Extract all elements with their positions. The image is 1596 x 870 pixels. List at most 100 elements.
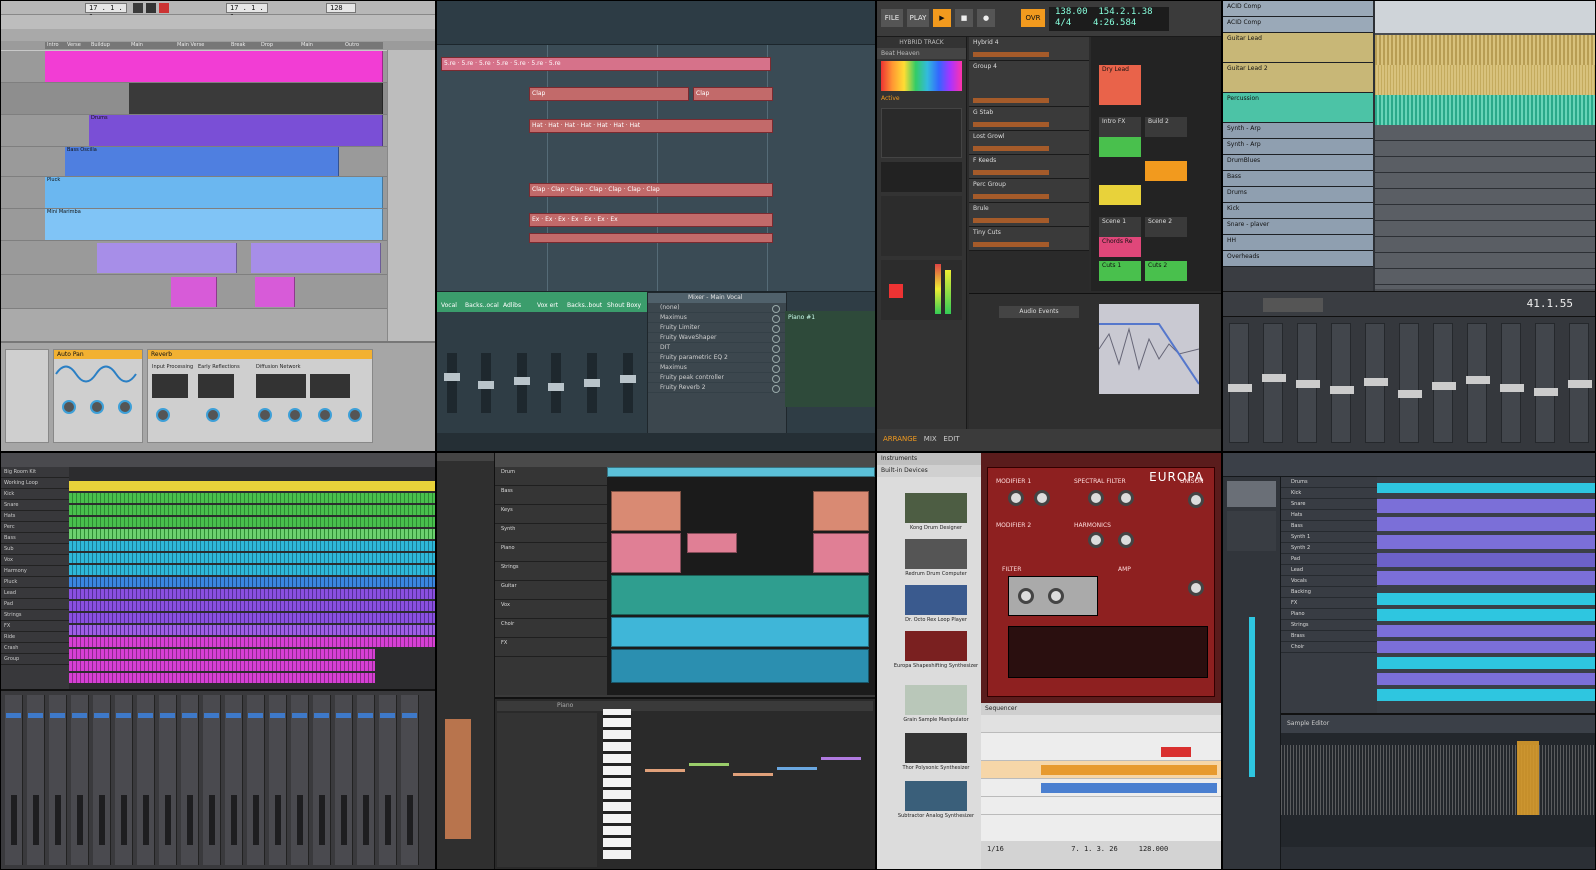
input-filter-display[interactable]	[152, 374, 188, 398]
fx-slot[interactable]: DIT	[648, 343, 786, 353]
fader-cap[interactable]	[584, 379, 600, 387]
track-header[interactable]: Guitar Lead	[1223, 33, 1373, 63]
channel-name[interactable]: Shout Boxy	[607, 302, 641, 309]
audio-item[interactable]	[1375, 1, 1595, 33]
strip-fader[interactable]	[55, 795, 61, 845]
mixer-title[interactable]: Mixer - Main Vocal	[648, 293, 786, 303]
play-button[interactable]	[133, 3, 143, 13]
audio-event[interactable]	[1377, 571, 1595, 585]
midi-note[interactable]	[689, 763, 729, 766]
channel-strip[interactable]	[203, 695, 221, 865]
diffusion-display[interactable]	[256, 374, 306, 398]
track-volume-bar[interactable]	[973, 242, 1049, 247]
launcher-clip[interactable]: Dry Lead	[1099, 65, 1141, 105]
play-button[interactable]: ▶	[933, 9, 951, 27]
locator[interactable]: Main	[129, 42, 175, 49]
launcher-clip[interactable]	[1099, 185, 1141, 205]
locator[interactable]: Drop	[259, 42, 299, 49]
sequencer-clip[interactable]	[1041, 783, 1217, 793]
track-header[interactable]: Kick	[1, 489, 69, 500]
timeline-ruler[interactable]	[1, 29, 435, 41]
overdub-button[interactable]: OVR	[1021, 9, 1045, 27]
midi-note[interactable]	[733, 773, 773, 776]
position-readout[interactable]: 41.1.55	[1527, 297, 1573, 310]
track-header[interactable]: Pluck	[1, 577, 69, 588]
track-header[interactable]: Working Loop	[1, 478, 69, 489]
fader-cap[interactable]	[514, 377, 530, 385]
instrument-name[interactable]: Beat Heaven	[877, 48, 966, 59]
mixer-channel[interactable]	[1432, 323, 1456, 443]
event[interactable]	[687, 533, 737, 553]
fx-slot[interactable]: Fruity Reverb 2	[648, 383, 786, 393]
fader-cap[interactable]	[1398, 390, 1422, 398]
device-name[interactable]: Kong Drum Designer	[891, 525, 981, 531]
track-volume-bar[interactable]	[973, 194, 1049, 199]
device-thumbnail[interactable]	[905, 733, 967, 763]
audio-item[interactable]	[1375, 35, 1595, 65]
audio-event[interactable]	[1377, 609, 1595, 621]
launcher-clip[interactable]: Intro FX	[1099, 117, 1141, 137]
region[interactable]	[69, 577, 435, 587]
track-volume-bar[interactable]	[973, 170, 1049, 175]
locator[interactable]: Main Verse	[175, 42, 229, 49]
track-header[interactable]: Group	[1, 654, 69, 665]
fader-cap[interactable]	[1432, 382, 1456, 390]
track-header[interactable]: Strings	[1, 610, 69, 621]
track-header[interactable]: Bass	[495, 486, 607, 505]
fader-cap[interactable]	[548, 383, 564, 391]
track-header[interactable]: Keys	[495, 505, 607, 524]
mixer-channel[interactable]	[1364, 323, 1388, 443]
device-thumbnail[interactable]	[905, 539, 967, 569]
locator[interactable]: Verse	[65, 42, 89, 49]
track-header[interactable]: Backing	[1281, 587, 1377, 598]
harmonics-knob[interactable]	[1118, 532, 1134, 548]
track-header[interactable]: Synth	[495, 524, 607, 543]
size-knob[interactable]	[318, 408, 332, 422]
record-button[interactable]: ●	[977, 9, 995, 27]
fader-cap[interactable]	[1568, 380, 1592, 388]
track-header[interactable]: Bass	[1281, 521, 1377, 532]
region[interactable]	[69, 661, 375, 671]
launcher-clip[interactable]: Scene 1	[1099, 217, 1141, 237]
fx-slot[interactable]: Maximus	[648, 363, 786, 373]
arranger-track[interactable]	[607, 467, 875, 477]
channel-strip[interactable]	[71, 695, 89, 865]
strip-fader[interactable]	[341, 795, 347, 845]
event[interactable]	[611, 491, 681, 531]
channel-strip[interactable]	[357, 695, 375, 865]
track-header[interactable]: Choir	[495, 619, 607, 638]
track-header[interactable]: Piano	[1281, 609, 1377, 620]
strip-fader[interactable]	[77, 795, 83, 845]
channel-fader-strip[interactable]	[445, 719, 471, 839]
mixer-channel[interactable]	[1500, 323, 1524, 443]
stop-button[interactable]	[146, 3, 156, 13]
inspector-section[interactable]	[1227, 511, 1276, 551]
audio-event[interactable]	[1377, 593, 1595, 605]
device-panel-title[interactable]: Audio Events	[999, 306, 1079, 318]
track-header[interactable]: Synth - Arp	[1223, 123, 1373, 139]
track-header[interactable]: Drums	[1281, 477, 1377, 488]
track-header[interactable]: Brass	[1281, 631, 1377, 642]
sequencer-clip[interactable]	[1041, 765, 1217, 775]
track-header[interactable]: Harmony	[1, 566, 69, 577]
track-header[interactable]: Snare - plaver	[1223, 219, 1373, 235]
event[interactable]	[611, 575, 869, 615]
track-header[interactable]: Big Room Kit	[1, 467, 69, 478]
track-header[interactable]: Drum	[495, 467, 607, 486]
fader-cap[interactable]	[1534, 388, 1558, 396]
track-header[interactable]: Sub	[1, 544, 69, 555]
event[interactable]	[611, 649, 869, 683]
pattern-clip[interactable]: Clap	[693, 87, 773, 101]
region[interactable]	[69, 637, 435, 647]
track-header[interactable]: Synth 2	[1281, 543, 1377, 554]
unison-knob[interactable]	[1188, 492, 1204, 508]
region[interactable]	[69, 505, 435, 515]
track-header[interactable]: Snare	[1281, 499, 1377, 510]
device-name[interactable]: Redrum Drum Computer	[891, 571, 981, 577]
locator[interactable]: Buildup	[89, 42, 129, 49]
note-fx-box[interactable]	[881, 162, 962, 192]
device-thumbnail[interactable]	[905, 585, 967, 615]
fx-slot-input[interactable]: (none)	[648, 303, 786, 313]
device-name[interactable]: Subtractor Analog Synthesizer	[891, 813, 981, 819]
device-name[interactable]: Europa Shapeshifting Synthesizer	[891, 663, 981, 669]
